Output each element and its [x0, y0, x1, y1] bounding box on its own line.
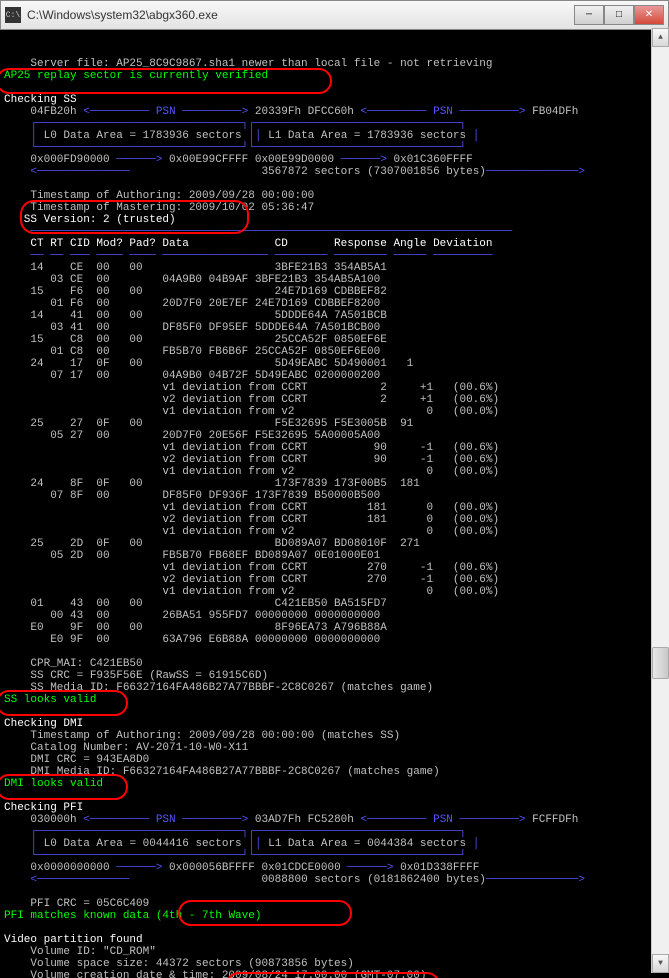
data-row: 00 43 00 26BA51 955FD7 00000000 00000000…: [4, 610, 380, 622]
video-partition-header: Video partition found: [4, 934, 143, 946]
close-button[interactable]: ✕: [634, 5, 664, 25]
l1-data-area-pfi: L1 Data Area = 0044384 sectors: [268, 838, 466, 850]
dmi-media-id: DMI Media ID: F66327164FA486B27A77BBBF-2…: [4, 766, 440, 778]
data-row: 15 F6 00 00 24E7D169 CDBBEF82: [4, 286, 387, 298]
ss-valid-status: SS looks valid: [4, 694, 96, 706]
cpr-mai: CPR_MAI: C421EB50: [4, 658, 143, 670]
scroll-up-button[interactable]: ▲: [652, 28, 669, 47]
data-row: 25 27 0F 00 F5E32695 F5E3005B 91: [4, 418, 413, 430]
data-row: v2 deviation from CCRT 181 0 (00.0%): [4, 514, 499, 526]
dmi-crc: DMI CRC = 943EA8D0: [4, 754, 149, 766]
catalog-number: Catalog Number: AV-2071-10-W0-X11: [4, 742, 248, 754]
data-row: 03 41 00 DF85F0 DF95EF 5DDDE64A 7A501BCB…: [4, 322, 380, 334]
total-sectors-pfi: 0088800 sectors (0181862400 bytes): [129, 874, 485, 886]
server-file-line: Server file: AP25_8C9C9867.sha1 newer th…: [4, 58, 492, 70]
data-row: v1 deviation from v2 0 (00.0%): [4, 406, 499, 418]
data-row: 15 C8 00 00 25CCA52F 0850EF6E: [4, 334, 387, 346]
maximize-button[interactable]: □: [604, 5, 634, 25]
data-row: v1 deviation from v2 0 (00.0%): [4, 586, 499, 598]
timestamp-mastering: Timestamp of Mastering: 2009/10/02 05:36…: [4, 202, 314, 214]
volume-id: Volume ID: "CD_ROM": [4, 946, 156, 958]
window-controls: ─ □ ✕: [574, 5, 664, 25]
data-row: v1 deviation from CCRT 90 -1 (00.6%): [4, 442, 499, 454]
l0-data-area-ss: L0 Data Area = 1783936 sectors: [44, 130, 242, 142]
total-sectors-ss: 3567872 sectors (7307001856 bytes): [129, 166, 485, 178]
ap25-status: AP25 replay sector is currently verified: [4, 70, 268, 82]
data-row: 24 17 0F 00 5D49EABC 5D490001 1: [4, 358, 413, 370]
data-row: v1 deviation from CCRT 2 +1 (00.6%): [4, 382, 499, 394]
pfi-crc: PFI CRC = 05C6C409: [4, 898, 149, 910]
app-icon: C:\: [5, 7, 21, 23]
data-row: v1 deviation from v2 0 (00.0%): [4, 466, 499, 478]
l1-data-area-ss: L1 Data Area = 1783936 sectors: [268, 130, 466, 142]
data-row: v1 deviation from v2 0 (00.0%): [4, 526, 499, 538]
data-row: v2 deviation from CCRT 2 +1 (00.6%): [4, 394, 499, 406]
volume-space: Volume space size: 44372 sectors (908738…: [4, 958, 354, 970]
ss-version: SS Version: 2 (trusted): [4, 214, 176, 226]
checking-dmi-header: Checking DMI: [4, 718, 83, 730]
data-row: 07 17 00 04A9B0 04B72F 5D49EABC 02000002…: [4, 370, 380, 382]
window-titlebar: C:\ C:\Windows\system32\abgx360.exe ─ □ …: [0, 0, 669, 30]
data-row: 24 8F 0F 00 173F7839 173F00B5 181: [4, 478, 420, 490]
data-row: 14 CE 00 00 3BFE21B3 354AB5A1: [4, 262, 387, 274]
scroll-down-button[interactable]: ▼: [652, 954, 669, 973]
data-row: 01 C8 00 FB5B70 FB6B6F 25CCA52F 0850EF6E…: [4, 346, 380, 358]
data-row: v1 deviation from CCRT 181 0 (00.0%): [4, 502, 499, 514]
console-output: Server file: AP25_8C9C9867.sha1 newer th…: [0, 30, 669, 978]
window-title: C:\Windows\system32\abgx360.exe: [27, 8, 574, 22]
scroll-thumb[interactable]: [652, 647, 669, 679]
table-header: CT RT CID Mod? Pad? Data CD Response Ang…: [4, 238, 492, 250]
ss-media-id: SS Media ID: F66327164FA486B27A77BBBF-2C…: [4, 682, 433, 694]
data-row: 05 27 00 20D7F0 20E56F F5E32695 5A00005A…: [4, 430, 380, 442]
volume-date: Volume creation date & time: 2009/08/24 …: [4, 970, 426, 978]
pfi-matches: PFI matches known data: [4, 910, 156, 922]
data-row: v1 deviation from CCRT 270 -1 (00.6%): [4, 562, 499, 574]
scrollbar[interactable]: ▲ ▼: [651, 28, 669, 973]
ss-crc: SS CRC = F935F56E (RawSS = 61915C6D): [4, 670, 268, 682]
data-row: 25 2D 0F 00 BD089A07 BD08010F 271: [4, 538, 420, 550]
data-row: E0 9F 00 00 8F96EA73 A796B88A: [4, 622, 387, 634]
data-row: v2 deviation from CCRT 270 -1 (00.6%): [4, 574, 499, 586]
data-row: E0 9F 00 63A796 E6B88A 00000000 00000000…: [4, 634, 380, 646]
minimize-button[interactable]: ─: [574, 5, 604, 25]
timestamp-authoring: Timestamp of Authoring: 2009/09/28 00:00…: [4, 190, 314, 202]
data-row: 14 41 00 00 5DDDE64A 7A501BCB: [4, 310, 387, 322]
data-row: 01 43 00 00 C421EB50 BA515FD7: [4, 598, 387, 610]
dmi-timestamp: Timestamp of Authoring: 2009/09/28 00:00…: [4, 730, 400, 742]
checking-ss-header: Checking SS: [4, 94, 77, 106]
l0-data-area-pfi: L0 Data Area = 0044416 sectors: [44, 838, 242, 850]
data-row: 01 F6 00 20D7F0 20E7EF 24E7D169 CDBBEF82…: [4, 298, 380, 310]
data-row: v2 deviation from CCRT 90 -1 (00.6%): [4, 454, 499, 466]
data-row: 03 CE 00 04A9B0 04B9AF 3BFE21B3 354AB5A1…: [4, 274, 380, 286]
checking-pfi-header: Checking PFI: [4, 802, 83, 814]
data-row: 05 2D 00 FB5B70 FB68EF BD089A07 0E01000E…: [4, 550, 380, 562]
data-row: 07 8F 00 DF85F0 DF936F 173F7839 B50000B5…: [4, 490, 380, 502]
pfi-wave: (4th - 7th Wave): [156, 910, 262, 922]
dmi-valid-status: DMI looks valid: [4, 778, 103, 790]
